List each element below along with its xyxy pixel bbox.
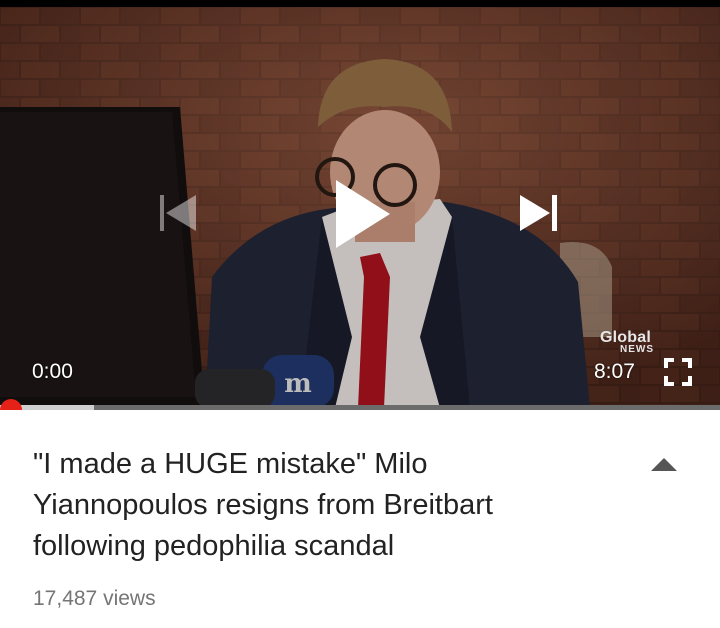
video-title: "I made a HUGE mistake" Milo Yiannopoulo… <box>33 448 493 562</box>
fullscreen-button[interactable] <box>662 356 694 388</box>
chevron-up-icon <box>651 458 677 471</box>
global-news-logo: Global NEWS <box>600 329 654 355</box>
play-button[interactable] <box>326 174 400 254</box>
view-count: 17,487 views <box>33 587 156 610</box>
previous-button[interactable] <box>152 189 202 239</box>
duration: 8:07 <box>594 360 635 383</box>
play-icon <box>336 180 390 248</box>
next-icon <box>520 195 557 231</box>
current-time: 0:00 <box>32 360 73 383</box>
status-strip <box>0 0 720 7</box>
mic-logo: m <box>284 369 312 399</box>
video-player[interactable]: m Global NEWS 0:00 8:07 <box>0 7 720 408</box>
fullscreen-icon <box>664 358 692 386</box>
video-info: "I made a HUGE mistake" Milo Yiannopoulo… <box>0 410 720 628</box>
expand-description-button[interactable] <box>648 454 680 474</box>
next-button[interactable] <box>514 189 566 239</box>
previous-icon <box>160 195 196 231</box>
